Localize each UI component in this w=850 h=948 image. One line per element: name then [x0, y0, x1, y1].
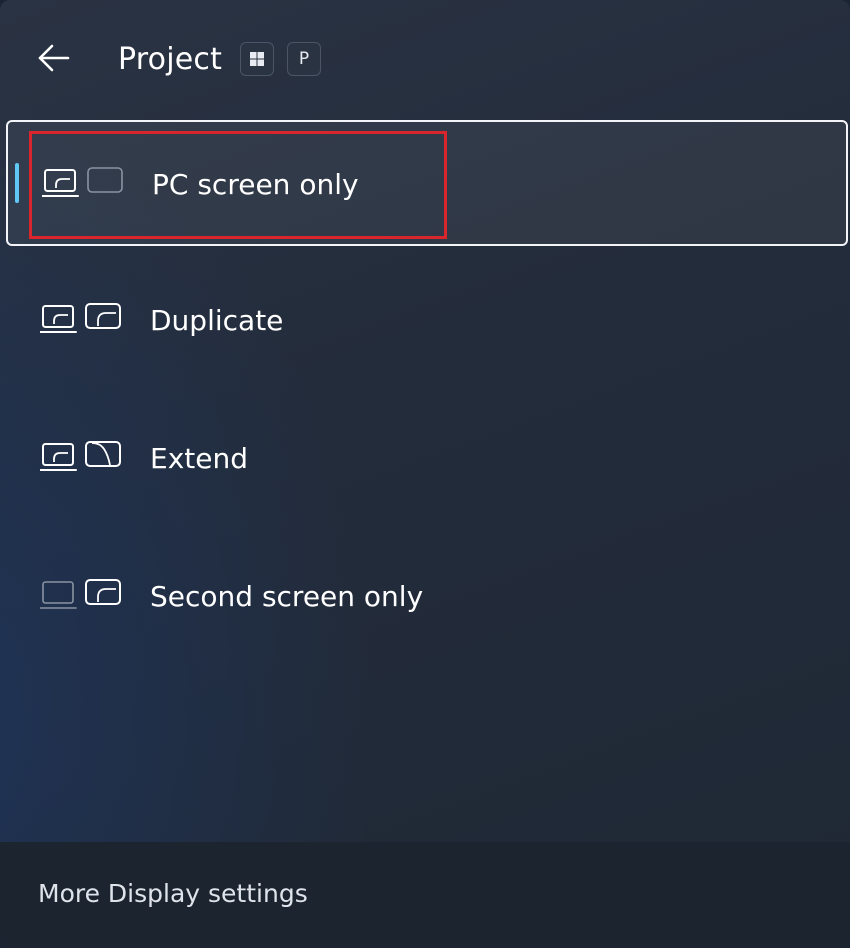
- duplicate-icon: [40, 303, 121, 333]
- option-extend[interactable]: Extend: [6, 396, 848, 522]
- more-display-settings-link[interactable]: More Display settings: [38, 876, 308, 912]
- flyout-footer: More Display settings: [0, 842, 850, 948]
- pc-screen-only-icon: [42, 167, 123, 197]
- selection-indicator: [15, 163, 19, 203]
- extend-icon: [40, 441, 121, 471]
- option-pc-screen-only[interactable]: PC screen only: [6, 120, 848, 246]
- windows-key-badge: [240, 42, 274, 76]
- page-title: Project: [118, 42, 223, 77]
- flyout-header: Project P: [0, 0, 850, 118]
- back-button[interactable]: [30, 36, 78, 80]
- back-arrow-icon: [38, 44, 70, 72]
- option-label: PC screen only: [152, 168, 359, 201]
- windows-logo-icon: [250, 52, 264, 66]
- option-second-screen-only[interactable]: Second screen only: [6, 534, 848, 660]
- p-key-badge: P: [287, 42, 321, 76]
- option-label: Second screen only: [150, 580, 424, 613]
- option-label: Duplicate: [150, 304, 284, 337]
- option-label: Extend: [150, 442, 248, 475]
- option-duplicate[interactable]: Duplicate: [6, 258, 848, 384]
- second-screen-only-icon: [40, 579, 121, 609]
- project-flyout: Project P PC screen only Duplicate Exten…: [0, 0, 850, 948]
